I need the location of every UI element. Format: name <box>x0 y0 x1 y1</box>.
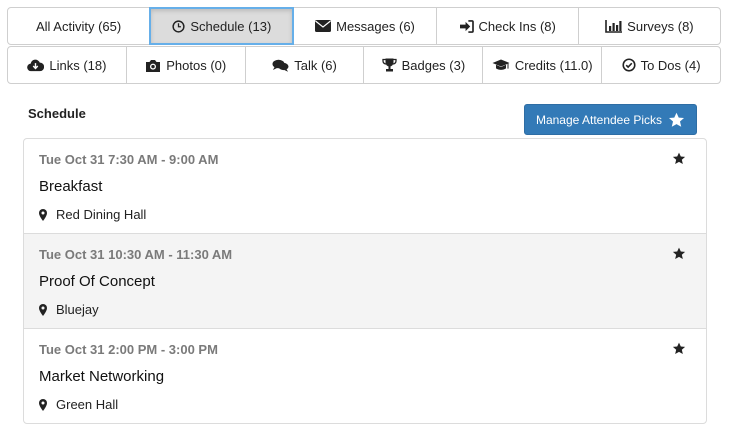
tab-label: Check Ins (8) <box>478 18 556 34</box>
tab-check-ins[interactable]: Check Ins (8) <box>435 7 579 45</box>
tab-label: Photos (0) <box>166 57 227 73</box>
event-title: Breakfast <box>39 178 103 195</box>
section-title: Schedule <box>28 106 86 121</box>
bar-chart-icon <box>605 19 623 33</box>
tab-label: Schedule (13) <box>190 18 272 34</box>
map-marker-icon <box>39 398 47 411</box>
manage-button-label: Manage Attendee Picks <box>535 112 663 127</box>
tab-label: Links (18) <box>49 57 107 73</box>
tab-links[interactable]: Links (18) <box>7 46 127 84</box>
trophy-icon <box>381 58 397 72</box>
cloud-download-icon <box>27 59 45 71</box>
tab-credits[interactable]: Credits (11.0) <box>482 46 603 84</box>
tab-surveys[interactable]: Surveys (8) <box>577 7 722 45</box>
event-location: Red Dining Hall <box>39 207 146 222</box>
sign-in-icon <box>459 19 474 33</box>
tab-label: Credits (11.0) <box>514 57 593 73</box>
clock-icon <box>172 19 185 33</box>
comments-icon <box>272 59 289 72</box>
tab-label: Messages (6) <box>336 18 415 34</box>
event-time: Tue Oct 31 10:30 AM - 11:30 AM <box>39 247 233 262</box>
tab-row-secondary: Links (18) Photos (0) Talk (6) Badges (3… <box>7 46 721 84</box>
check-circle-icon <box>622 58 636 72</box>
event-location-label: Bluejay <box>56 302 99 317</box>
event-location: Bluejay <box>39 302 99 317</box>
tab-schedule[interactable]: Schedule (13) <box>149 7 295 45</box>
manage-attendee-picks-button[interactable]: Manage Attendee Picks <box>524 104 697 135</box>
event-location-label: Green Hall <box>56 397 119 412</box>
favorite-star-icon[interactable] <box>672 152 686 165</box>
event-title: Market Networking <box>39 368 165 385</box>
camera-icon <box>146 59 161 72</box>
favorite-star-icon[interactable] <box>672 247 686 260</box>
schedule-item[interactable]: Tue Oct 31 7:30 AM - 9:00 AM Breakfast R… <box>23 138 707 234</box>
tab-badges[interactable]: Badges (3) <box>363 46 484 84</box>
event-title: Proof Of Concept <box>39 273 155 290</box>
map-marker-icon <box>39 208 47 221</box>
event-time: Tue Oct 31 2:00 PM - 3:00 PM <box>39 342 218 357</box>
tab-messages[interactable]: Messages (6) <box>293 7 437 45</box>
envelope-icon <box>315 20 332 32</box>
schedule-list: Tue Oct 31 7:30 AM - 9:00 AM Breakfast R… <box>23 138 707 424</box>
tab-row-primary: All Activity (65) Schedule (13) Messages… <box>7 7 722 45</box>
event-location-label: Red Dining Hall <box>56 207 147 222</box>
schedule-item[interactable]: Tue Oct 31 10:30 AM - 11:30 AM Proof Of … <box>23 233 707 329</box>
graduation-cap-icon <box>492 59 510 70</box>
map-marker-icon <box>39 303 47 316</box>
event-location: Green Hall <box>39 397 118 412</box>
tab-talk[interactable]: Talk (6) <box>244 46 365 84</box>
event-time: Tue Oct 31 7:30 AM - 9:00 AM <box>39 152 219 167</box>
tab-all-activity[interactable]: All Activity (65) <box>7 7 151 45</box>
star-icon <box>669 112 685 127</box>
tab-to-dos[interactable]: To Dos (4) <box>601 46 721 84</box>
schedule-item[interactable]: Tue Oct 31 2:00 PM - 3:00 PM Market Netw… <box>23 328 707 424</box>
favorite-star-icon[interactable] <box>672 342 686 355</box>
tab-label: Badges (3) <box>401 57 466 73</box>
tab-label: Surveys (8) <box>627 18 694 34</box>
tab-label: All Activity (65) <box>35 18 122 34</box>
tab-label: Talk (6) <box>294 57 337 73</box>
tab-label: To Dos (4) <box>640 57 701 73</box>
tab-photos[interactable]: Photos (0) <box>125 46 246 84</box>
